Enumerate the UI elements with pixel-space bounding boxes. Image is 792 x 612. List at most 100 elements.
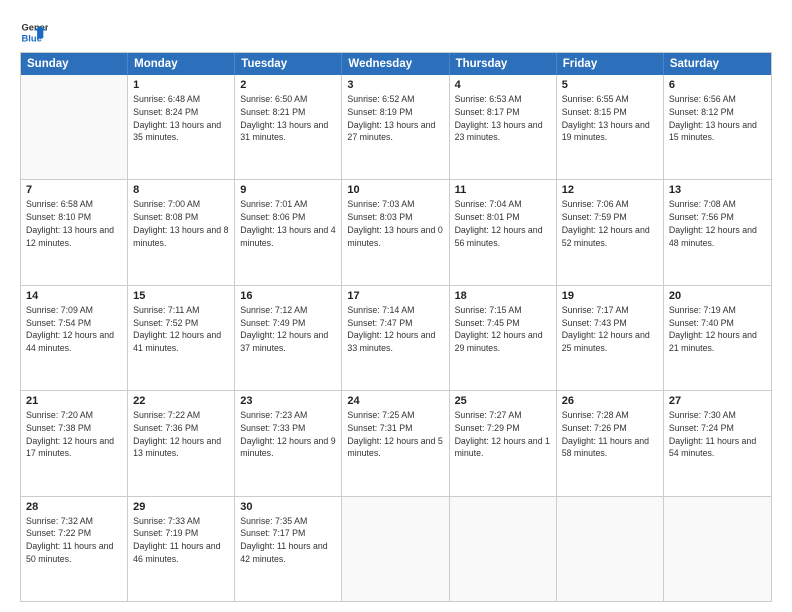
day-info: Sunrise: 7:30 AMSunset: 7:24 PMDaylight:… (669, 409, 766, 460)
day-number: 25 (455, 395, 551, 407)
day-number: 27 (669, 395, 766, 407)
calendar-row-1: 7Sunrise: 6:58 AMSunset: 8:10 PMDaylight… (21, 179, 771, 284)
svg-text:General: General (22, 22, 48, 32)
calendar-cell-1: 1Sunrise: 6:48 AMSunset: 8:24 PMDaylight… (128, 75, 235, 179)
day-number: 13 (669, 184, 766, 196)
day-info: Sunrise: 7:09 AMSunset: 7:54 PMDaylight:… (26, 304, 122, 355)
weekday-header-saturday: Saturday (664, 53, 771, 75)
weekday-header-monday: Monday (128, 53, 235, 75)
day-info: Sunrise: 7:03 AMSunset: 8:03 PMDaylight:… (347, 198, 443, 249)
calendar-cell-18: 18 Sunrise: 7:15 AMSunset: 7:45 PMDayligh… (450, 286, 557, 390)
day-number: 11 (455, 184, 551, 196)
day-info: Sunrise: 7:19 AMSunset: 7:40 PMDaylight:… (669, 304, 766, 355)
calendar-cell-20: 20 Sunrise: 7:19 AMSunset: 7:40 PMDayligh… (664, 286, 771, 390)
day-number: 4 (455, 79, 551, 91)
day-info: Sunrise: 7:15 AMSunset: 7:45 PMDaylight:… (455, 304, 551, 355)
day-info: Sunrise: 7:22 AMSunset: 7:36 PMDaylight:… (133, 409, 229, 460)
page: General Blue SundayMondayTuesdayWednesda… (0, 0, 792, 612)
day-info: Sunrise: 7:25 AMSunset: 7:31 PMDaylight:… (347, 409, 443, 460)
day-number: 8 (133, 184, 229, 196)
day-number: 19 (562, 290, 658, 302)
day-info: Sunrise: 7:01 AMSunset: 8:06 PMDaylight:… (240, 198, 336, 249)
day-number: 12 (562, 184, 658, 196)
calendar-row-0: 1Sunrise: 6:48 AMSunset: 8:24 PMDaylight… (21, 75, 771, 179)
calendar-cell-16: 16 Sunrise: 7:12 AMSunset: 7:49 PMDayligh… (235, 286, 342, 390)
weekday-header-wednesday: Wednesday (342, 53, 449, 75)
day-info: Sunrise: 7:28 AMSunset: 7:26 PMDaylight:… (562, 409, 658, 460)
calendar-cell-5: 5 Sunrise: 6:55 AMSunset: 8:15 PMDaylight… (557, 75, 664, 179)
day-number: 3 (347, 79, 443, 91)
day-number: 30 (240, 501, 336, 513)
calendar-cell-29: 29 Sunrise: 7:33 AMSunset: 7:19 PMDayligh… (128, 497, 235, 601)
calendar-cell-12: 12 Sunrise: 7:06 AMSunset: 7:59 PMDayligh… (557, 180, 664, 284)
day-number: 20 (669, 290, 766, 302)
day-info: Sunrise: 6:50 AMSunset: 8:21 PMDaylight:… (240, 93, 336, 144)
calendar-cell-3: 3Sunrise: 6:52 AMSunset: 8:19 PMDaylight… (342, 75, 449, 179)
day-info: Sunrise: 7:06 AMSunset: 7:59 PMDaylight:… (562, 198, 658, 249)
day-number: 26 (562, 395, 658, 407)
day-number: 23 (240, 395, 336, 407)
day-number: 18 (455, 290, 551, 302)
day-number: 5 (562, 79, 658, 91)
calendar-body: 1Sunrise: 6:48 AMSunset: 8:24 PMDaylight… (21, 75, 771, 601)
weekday-header-sunday: Sunday (21, 53, 128, 75)
calendar-cell-empty-4-3 (342, 497, 449, 601)
day-info: Sunrise: 7:27 AMSunset: 7:29 PMDaylight:… (455, 409, 551, 460)
calendar-row-4: 28Sunrise: 7:32 AMSunset: 7:22 PMDayligh… (21, 496, 771, 601)
day-number: 9 (240, 184, 336, 196)
day-info: Sunrise: 7:17 AMSunset: 7:43 PMDaylight:… (562, 304, 658, 355)
day-number: 14 (26, 290, 122, 302)
day-number: 17 (347, 290, 443, 302)
calendar-cell-15: 15 Sunrise: 7:11 AMSunset: 7:52 PMDayligh… (128, 286, 235, 390)
day-number: 16 (240, 290, 336, 302)
day-info: Sunrise: 7:04 AMSunset: 8:01 PMDaylight:… (455, 198, 551, 249)
day-info: Sunrise: 7:08 AMSunset: 7:56 PMDaylight:… (669, 198, 766, 249)
calendar-cell-24: 24 Sunrise: 7:25 AMSunset: 7:31 PMDayligh… (342, 391, 449, 495)
day-info: Sunrise: 7:00 AMSunset: 8:08 PMDaylight:… (133, 198, 229, 249)
day-info: Sunrise: 6:48 AMSunset: 8:24 PMDaylight:… (133, 93, 229, 144)
calendar-cell-7: 7Sunrise: 6:58 AMSunset: 8:10 PMDaylight… (21, 180, 128, 284)
day-number: 22 (133, 395, 229, 407)
day-number: 15 (133, 290, 229, 302)
day-info: Sunrise: 6:55 AMSunset: 8:15 PMDaylight:… (562, 93, 658, 144)
day-number: 21 (26, 395, 122, 407)
calendar-cell-17: 17Sunrise: 7:14 AMSunset: 7:47 PMDayligh… (342, 286, 449, 390)
day-number: 6 (669, 79, 766, 91)
day-number: 10 (347, 184, 443, 196)
calendar-cell-empty-4-4 (450, 497, 557, 601)
header: General Blue (20, 18, 772, 46)
calendar-row-2: 14 Sunrise: 7:09 AMSunset: 7:54 PMDayligh… (21, 285, 771, 390)
calendar-cell-4: 4 Sunrise: 6:53 AMSunset: 8:17 PMDaylight… (450, 75, 557, 179)
calendar-cell-empty-4-5 (557, 497, 664, 601)
day-number: 28 (26, 501, 122, 513)
day-info: Sunrise: 7:11 AMSunset: 7:52 PMDaylight:… (133, 304, 229, 355)
calendar-cell-empty-0-0 (21, 75, 128, 179)
day-info: Sunrise: 7:33 AMSunset: 7:19 PMDaylight:… (133, 515, 229, 566)
calendar-cell-27: 27 Sunrise: 7:30 AMSunset: 7:24 PMDayligh… (664, 391, 771, 495)
day-number: 24 (347, 395, 443, 407)
calendar-cell-8: 8 Sunrise: 7:00 AMSunset: 8:08 PMDaylight… (128, 180, 235, 284)
calendar-cell-2: 2Sunrise: 6:50 AMSunset: 8:21 PMDaylight… (235, 75, 342, 179)
day-info: Sunrise: 7:35 AMSunset: 7:17 PMDaylight:… (240, 515, 336, 566)
calendar-cell-19: 19 Sunrise: 7:17 AMSunset: 7:43 PMDayligh… (557, 286, 664, 390)
calendar-cell-28: 28Sunrise: 7:32 AMSunset: 7:22 PMDayligh… (21, 497, 128, 601)
calendar-cell-21: 21 Sunrise: 7:20 AMSunset: 7:38 PMDayligh… (21, 391, 128, 495)
calendar-cell-13: 13 Sunrise: 7:08 AMSunset: 7:56 PMDayligh… (664, 180, 771, 284)
calendar-cell-30: 30 Sunrise: 7:35 AMSunset: 7:17 PMDayligh… (235, 497, 342, 601)
weekday-header-thursday: Thursday (450, 53, 557, 75)
logo: General Blue (20, 18, 52, 46)
day-info: Sunrise: 7:20 AMSunset: 7:38 PMDaylight:… (26, 409, 122, 460)
day-info: Sunrise: 7:12 AMSunset: 7:49 PMDaylight:… (240, 304, 336, 355)
calendar-cell-22: 22 Sunrise: 7:22 AMSunset: 7:36 PMDayligh… (128, 391, 235, 495)
day-info: Sunrise: 6:53 AMSunset: 8:17 PMDaylight:… (455, 93, 551, 144)
day-number: 29 (133, 501, 229, 513)
calendar-cell-23: 23Sunrise: 7:23 AMSunset: 7:33 PMDayligh… (235, 391, 342, 495)
weekday-header-tuesday: Tuesday (235, 53, 342, 75)
calendar-header: SundayMondayTuesdayWednesdayThursdayFrid… (21, 53, 771, 75)
calendar-cell-25: 25 Sunrise: 7:27 AMSunset: 7:29 PMDayligh… (450, 391, 557, 495)
calendar-cell-11: 11 Sunrise: 7:04 AMSunset: 8:01 PMDayligh… (450, 180, 557, 284)
calendar-cell-empty-4-6 (664, 497, 771, 601)
calendar-cell-9: 9 Sunrise: 7:01 AMSunset: 8:06 PMDaylight… (235, 180, 342, 284)
calendar-cell-26: 26 Sunrise: 7:28 AMSunset: 7:26 PMDayligh… (557, 391, 664, 495)
day-info: Sunrise: 6:56 AMSunset: 8:12 PMDaylight:… (669, 93, 766, 144)
